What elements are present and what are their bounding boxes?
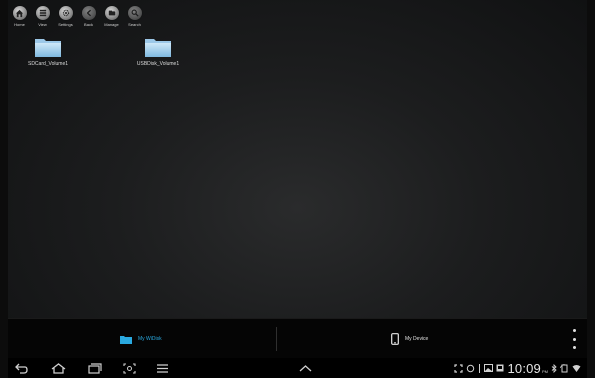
- chevron-up-icon: [299, 364, 311, 371]
- folder-name: USBDisk_Volume1: [136, 61, 180, 67]
- toolbar: Home View Settings Back Manage Search: [10, 6, 144, 27]
- sync-icon: [467, 364, 475, 372]
- quick-panel-button[interactable]: [296, 361, 314, 375]
- home-label: Home: [14, 22, 25, 27]
- screen-rotation-icon: [560, 363, 568, 372]
- view-icon: [35, 6, 50, 20]
- system-nav-bar: 10:09 PM: [8, 358, 587, 378]
- clock-ampm: PM: [542, 368, 548, 374]
- menu-nav-button[interactable]: [153, 361, 171, 375]
- screenshot-icon: [122, 362, 136, 374]
- gallery-icon: [484, 364, 494, 372]
- back-nav-button[interactable]: [12, 361, 30, 375]
- device-icon: [391, 333, 399, 345]
- sd-card-icon: [496, 364, 504, 372]
- fullscreen-icon: [454, 363, 464, 373]
- folder-icon: [145, 39, 171, 57]
- wifi-icon: [572, 364, 581, 372]
- view-button[interactable]: View: [33, 6, 52, 27]
- bottom-action-bar: My WiDisk My Device: [8, 318, 587, 359]
- gear-icon: [58, 6, 73, 20]
- folder-usbdisk[interactable]: USBDisk_Volume1: [123, 36, 193, 67]
- folder-sdcard[interactable]: SDCard_Volume1: [13, 36, 83, 67]
- tab-my-device[interactable]: My Device: [391, 319, 428, 359]
- app-screen: Home View Settings Back Manage Search SD…: [8, 0, 587, 378]
- search-icon: [127, 6, 142, 20]
- settings-button[interactable]: Settings: [56, 6, 75, 27]
- back-button[interactable]: Back: [79, 6, 98, 27]
- manage-icon: [104, 6, 119, 20]
- home-button[interactable]: Home: [10, 6, 29, 27]
- recent-apps-button[interactable]: [85, 361, 103, 375]
- folder-icon: [35, 39, 61, 57]
- menu-icon: [156, 363, 168, 373]
- device-label: My Device: [405, 336, 429, 342]
- overflow-menu-button[interactable]: [571, 329, 577, 349]
- screenshot-button[interactable]: [120, 361, 138, 375]
- usb-icon: [479, 363, 481, 373]
- back-label: Back: [84, 22, 93, 27]
- home-icon: [51, 362, 65, 374]
- folder-icon: [120, 335, 132, 344]
- manage-label: Manage: [104, 22, 119, 27]
- search-button[interactable]: Search: [125, 6, 144, 27]
- back-icon: [81, 6, 96, 20]
- home-nav-button[interactable]: [49, 361, 67, 375]
- clock-time: 10:09: [507, 360, 541, 376]
- folder-name: SDCard_Volume1: [27, 61, 69, 67]
- divider: [276, 327, 277, 351]
- bluetooth-icon: [551, 363, 557, 373]
- settings-label: Settings: [58, 22, 73, 27]
- view-label: View: [38, 22, 47, 27]
- manage-button[interactable]: Manage: [102, 6, 121, 27]
- tab-my-widisk[interactable]: My WiDisk: [120, 319, 162, 359]
- search-label: Search: [128, 22, 141, 27]
- status-area[interactable]: 10:09 PM: [454, 360, 581, 376]
- home-icon: [12, 6, 27, 20]
- back-arrow-icon: [14, 363, 28, 374]
- recent-apps-icon: [87, 362, 102, 374]
- widisk-label: My WiDisk: [138, 336, 162, 342]
